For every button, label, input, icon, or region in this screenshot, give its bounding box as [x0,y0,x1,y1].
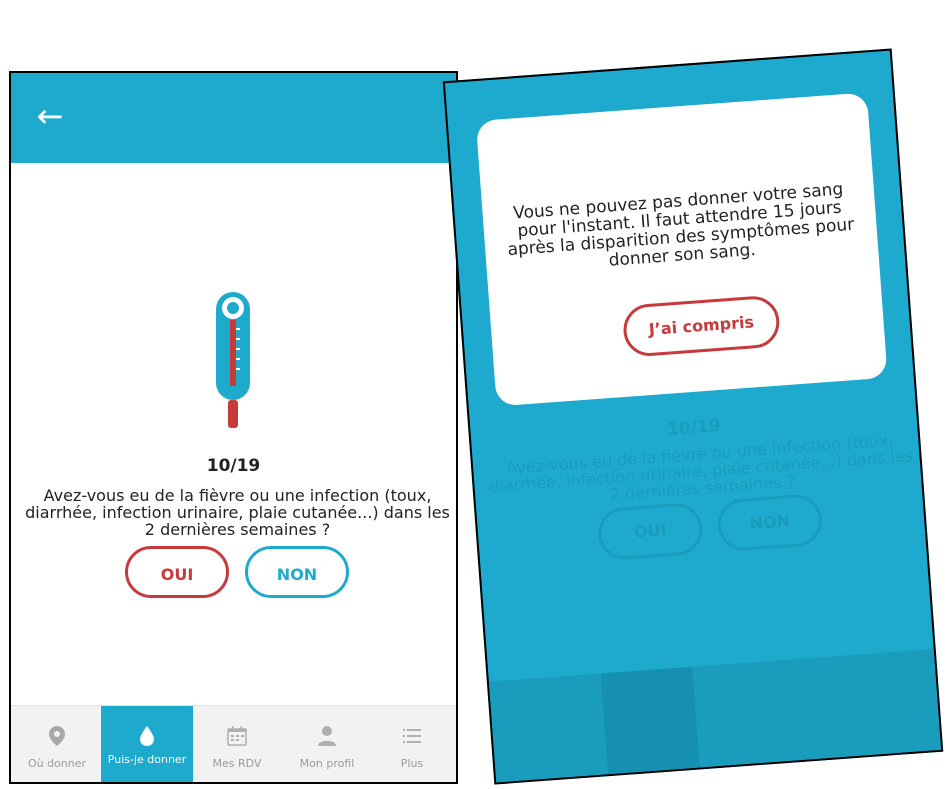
app-header: ← [11,73,456,163]
nav-item-ou-donner[interactable]: Où donner [11,706,103,782]
background-no-button: NON [716,492,824,553]
no-button[interactable]: NON [245,546,349,598]
answer-buttons: OUI NON [125,546,353,602]
nav-label: Plus [400,757,424,770]
nav-item-puis-je-donner[interactable]: Puis-je donner [101,706,193,782]
nav-label: Mes RDV [212,757,262,770]
understood-button[interactable]: J’ai compris [621,294,782,358]
nav-item-plus[interactable]: Plus [366,706,456,782]
menu-list-icon [403,729,421,743]
location-pin-icon [49,726,65,746]
yes-button[interactable]: OUI [125,546,229,598]
info-dialog: Vous ne pouvez pas donner votre sang pou… [475,92,888,407]
question-text: Avez-vous eu de la fièvre ou une infecti… [25,486,450,539]
background-nav-active [600,666,701,779]
dialog-message: Vous ne pouvez pas donner votre sang pou… [506,179,855,271]
result-screen: 10/19 Avez-vous eu de la fièvre ou une i… [442,48,944,785]
arrow-left-icon[interactable]: ← [33,99,67,133]
background-navigation [488,648,942,785]
bottom-navigation: Où donner Puis-je donner Mes RDV Mon pro… [11,705,456,782]
background-yes-button: OUI [596,501,705,562]
nav-label: Puis-je donner [107,753,187,766]
calendar-icon [227,726,247,746]
nav-label: Où donner [27,757,87,770]
question-screen: ← 10/19 Avez-vous eu de la fièvre ou une… [9,71,458,784]
nav-label: Mon profil [299,757,355,770]
question-counter: 10/19 [206,456,261,476]
person-icon [318,726,336,746]
thermometer-icon [214,290,254,434]
blood-drop-icon [140,726,154,746]
nav-item-mon-profil[interactable]: Mon profil [281,706,373,782]
nav-item-mes-rdv[interactable]: Mes RDV [191,706,283,782]
